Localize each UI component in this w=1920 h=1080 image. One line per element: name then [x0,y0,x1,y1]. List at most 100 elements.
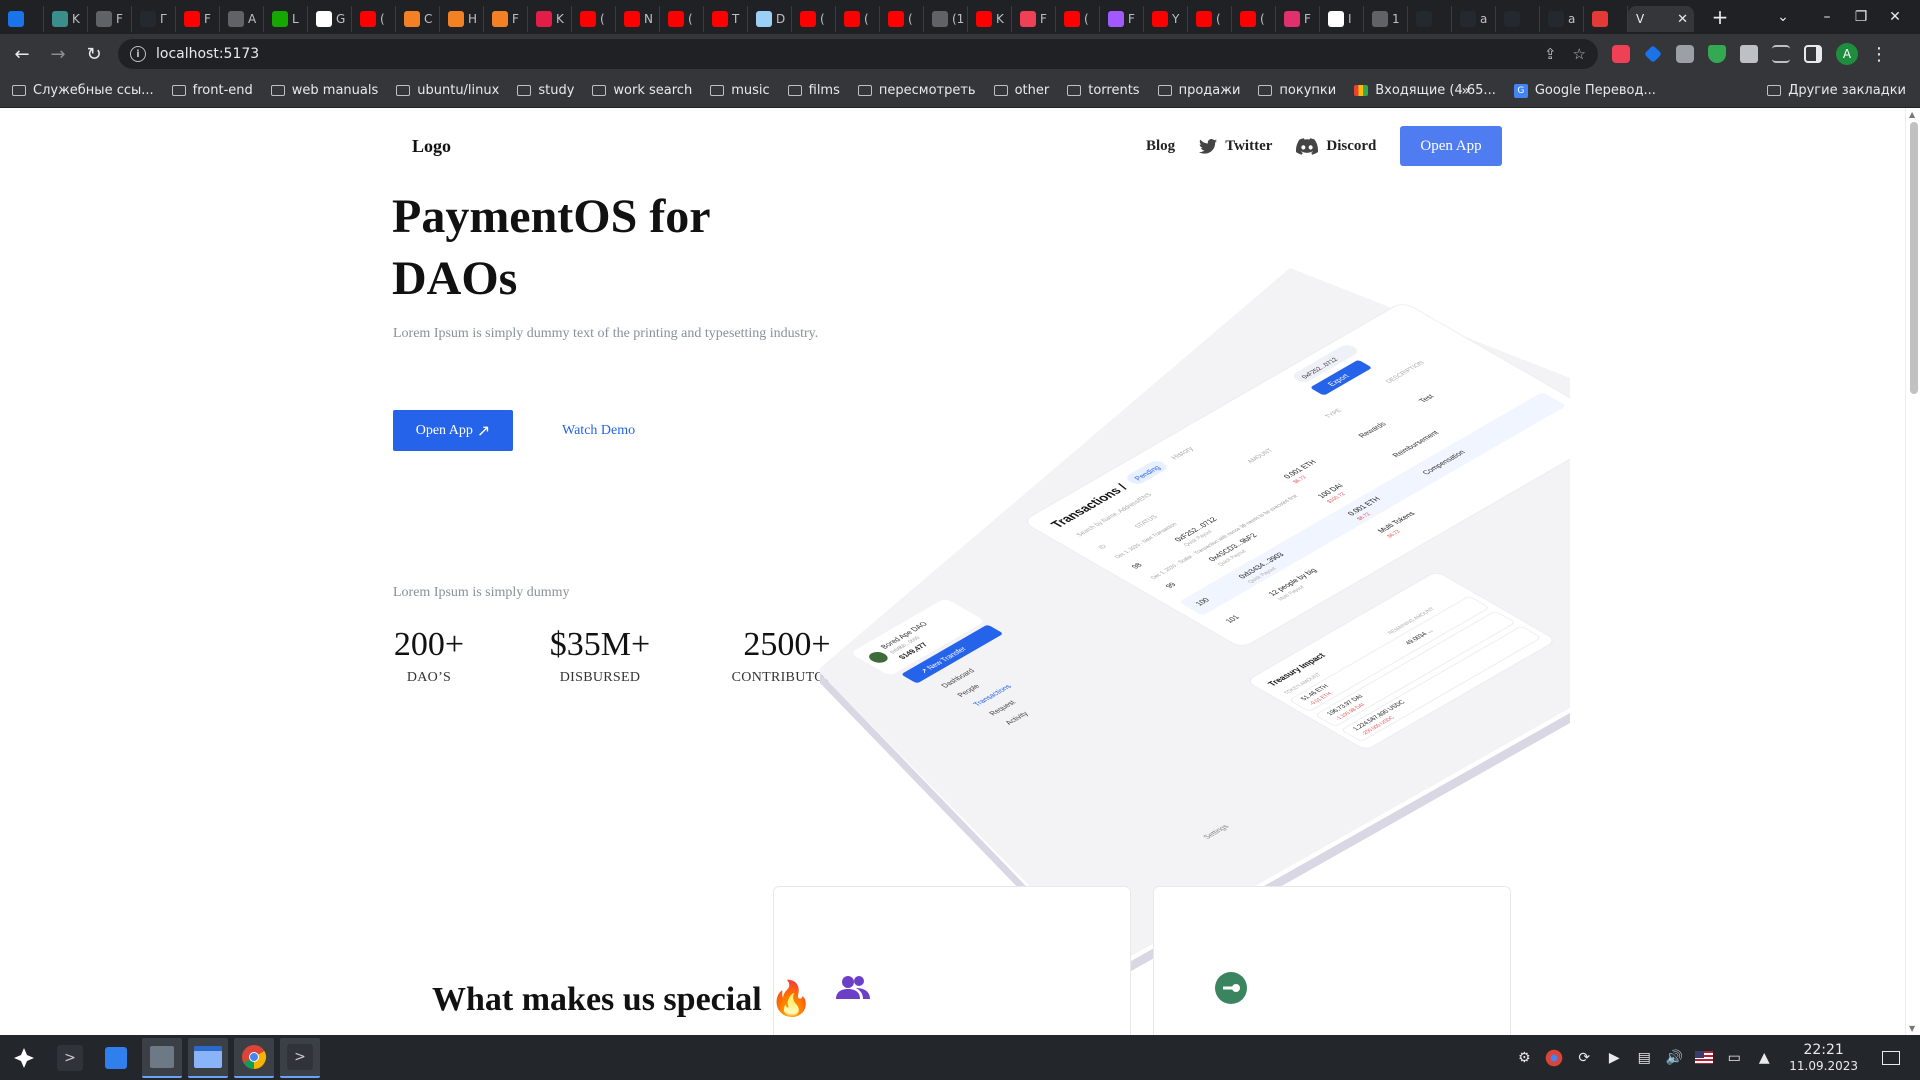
diamond-extension-icon[interactable] [1644,45,1662,63]
pocket-extension-icon[interactable] [1612,45,1630,63]
nav-open-app-button[interactable]: Open App [1400,126,1502,166]
minimize-button[interactable]: – [1810,9,1844,25]
tray-expand-icon[interactable]: ▲ [1755,1049,1773,1067]
bookmark-folder[interactable]: front-end [171,83,253,98]
chrome-tray-icon[interactable] [1545,1049,1563,1067]
forward-button[interactable]: → [44,40,72,68]
browser-tab[interactable]: G [308,6,352,32]
page-scrollbar[interactable]: ▲ ▼ [1905,108,1920,1035]
restore-button[interactable]: ❐ [1844,9,1878,25]
bookmark-folder[interactable]: продажи [1157,83,1240,98]
browser-tab[interactable]: 1 [1364,6,1408,32]
browser-tab[interactable]: ( [572,6,616,32]
browser-tab[interactable]: Г [132,6,176,32]
browser-tab[interactable]: K [528,6,572,32]
browser-tab[interactable]: F [1012,6,1056,32]
bookmark-folder[interactable]: study [517,83,574,98]
browser-tab[interactable]: D [748,6,792,32]
updates-icon[interactable]: ⟳ [1575,1049,1593,1067]
taskbar-chrome[interactable] [234,1037,274,1078]
nav-twitter-link[interactable]: Twitter [1199,138,1272,155]
bookmark-star-icon[interactable]: ☆ [1573,45,1586,63]
show-desktop-button[interactable] [1882,1050,1900,1065]
browser-tab[interactable]: L [264,6,308,32]
taskbar-store[interactable] [96,1038,136,1078]
network-icon[interactable]: ▭ [1725,1049,1743,1067]
hero-open-app-button[interactable]: Open App ↗ [393,410,513,451]
browser-tab[interactable]: ( [836,6,880,32]
taskbar-files[interactable] [188,1037,228,1078]
watch-demo-link[interactable]: Watch Demo [562,423,635,439]
browser-tab[interactable]: ( [1056,6,1100,32]
bookmark-folder[interactable]: films [787,83,840,98]
bookmark-folder[interactable]: torrents [1067,83,1140,98]
bookmark-folder[interactable]: other [993,83,1049,98]
browser-tab[interactable]: ( [660,6,704,32]
bookmark-folder[interactable]: music [710,83,770,98]
other-bookmarks[interactable]: Другие закладки [1767,83,1906,98]
close-tab-icon[interactable]: ✕ [1677,12,1688,27]
address-bar[interactable]: i localhost:5173 ⇪ ☆ [118,39,1598,69]
share-icon[interactable]: ⇪ [1544,45,1557,63]
bookmark-folder[interactable]: ubuntu/linux [396,83,499,98]
browser-tab[interactable]: a [1452,6,1496,32]
side-panel-icon[interactable] [1804,45,1822,63]
browser-tab[interactable] [1496,6,1540,32]
bookmark-folder[interactable]: web manuals [270,83,378,98]
browser-tab[interactable]: ( [1188,6,1232,32]
clock[interactable]: 22:21 11.09.2023 [1789,1042,1858,1074]
browser-tab[interactable]: K [44,6,88,32]
browser-tab[interactable]: T [704,6,748,32]
browser-tab[interactable]: C [396,6,440,32]
site-info-icon[interactable]: i [130,46,146,62]
bookmarks-overflow-button[interactable]: » [1461,83,1470,99]
browser-tab[interactable]: a [1540,6,1584,32]
browser-tab[interactable]: I [1320,6,1364,32]
scroll-down-icon[interactable]: ▼ [1909,1024,1915,1033]
nav-blog-link[interactable]: Blog [1146,138,1175,155]
media-queue-icon[interactable] [1772,45,1790,63]
site-logo[interactable]: Logo [412,136,451,157]
browser-tab[interactable]: H [440,6,484,32]
profile-avatar[interactable]: A [1836,43,1858,65]
network-activity-icon[interactable]: ⚙ [1515,1049,1533,1067]
browser-tab[interactable]: K [968,6,1012,32]
bookmark-folder[interactable]: покупки [1258,83,1336,98]
scroll-up-icon[interactable]: ▲ [1909,110,1915,119]
image-extension-icon[interactable] [1676,45,1694,63]
bookmark-folder[interactable]: пересмотреть [857,83,976,98]
browser-tab[interactable]: F [1100,6,1144,32]
browser-tab[interactable]: F [176,6,220,32]
back-button[interactable]: ← [8,40,36,68]
browser-tab[interactable]: ( [1232,6,1276,32]
new-tab-button[interactable]: + [1708,5,1732,29]
browser-tab[interactable]: F [1276,6,1320,32]
reload-button[interactable]: ↻ [80,40,108,68]
browser-tab[interactable]: (1 [924,6,968,32]
browser-tab[interactable] [1408,6,1452,32]
browser-tab[interactable]: F [484,6,528,32]
media-player-icon[interactable]: ▶ [1605,1049,1623,1067]
browser-tab[interactable]: ( [880,6,924,32]
volume-icon[interactable]: 🔊 [1665,1049,1683,1067]
browser-tab[interactable] [1584,6,1628,32]
bookmark-translate[interactable]: G Google Перевод... [1513,83,1656,98]
taskbar-terminal-2[interactable]: > [280,1037,320,1078]
app-launcher-button[interactable] [4,1038,44,1078]
puzzle-extensions-icon[interactable] [1740,45,1758,63]
taskbar-terminal[interactable]: > [50,1038,90,1078]
browser-tab[interactable]: F [88,6,132,32]
browser-tab[interactable]: Y [1144,6,1188,32]
active-tab[interactable]: V ✕ [1628,6,1694,32]
browser-tab[interactable]: N [616,6,660,32]
keyboard-layout-flag-icon[interactable] [1695,1049,1714,1067]
close-window-button[interactable]: ✕ [1878,9,1912,25]
clipboard-icon[interactable]: ▤ [1635,1049,1653,1067]
scrollbar-thumb[interactable] [1910,122,1918,394]
bookmark-folder[interactable]: work search [592,83,692,98]
taskbar-app-window[interactable] [142,1037,182,1078]
menu-kebab-icon[interactable]: ⋮ [1870,44,1888,65]
browser-tab[interactable]: ( [792,6,836,32]
nav-discord-link[interactable]: Discord [1296,138,1376,155]
browser-tab[interactable]: ( [352,6,396,32]
